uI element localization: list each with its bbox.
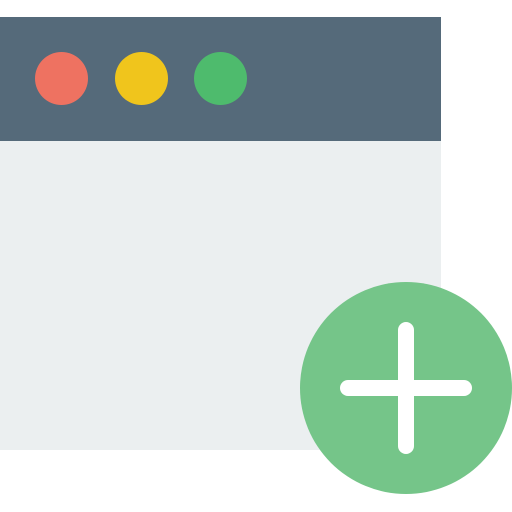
add-badge[interactable] <box>300 282 512 494</box>
plus-icon <box>340 322 472 454</box>
close-dot-icon <box>35 52 88 105</box>
new-window-icon <box>0 0 512 512</box>
window-titlebar <box>0 17 441 141</box>
maximize-dot-icon <box>194 52 247 105</box>
minimize-dot-icon <box>115 52 168 105</box>
